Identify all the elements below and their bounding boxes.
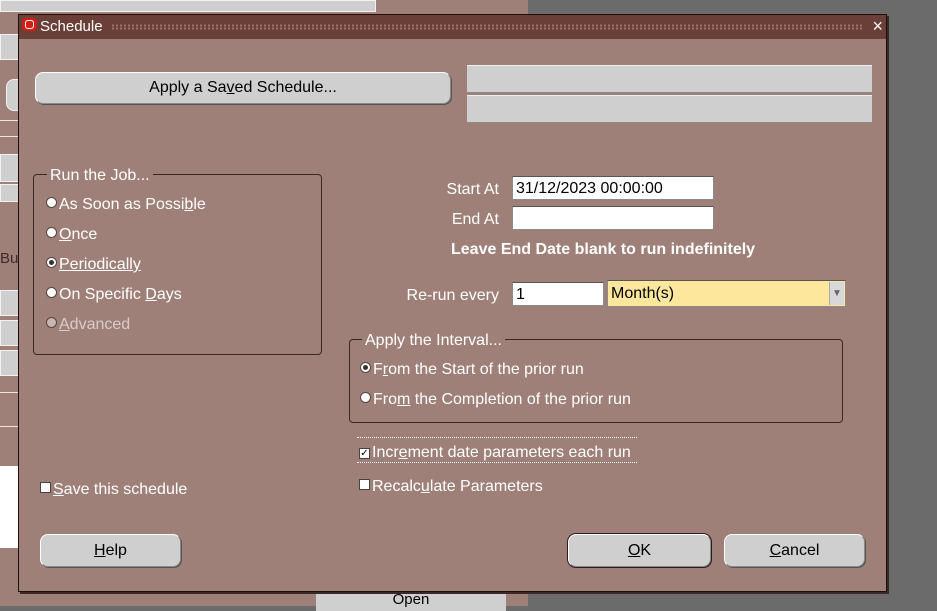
radio-advanced[interactable]: Advanced xyxy=(46,316,130,334)
checkbox-label: ment date parameters each run xyxy=(407,444,631,461)
radio-label: om the Start of the prior run xyxy=(388,361,584,378)
rerun-unit-select[interactable]: Month(s) ▼ xyxy=(607,280,846,307)
increment-date-checkbox[interactable]: ✓ Increment date parameters each run xyxy=(359,444,631,462)
checkbox-empty-icon xyxy=(40,482,51,493)
radio-label: the Completion of the prior run xyxy=(410,391,631,408)
rerun-label: Re-run every xyxy=(406,287,499,304)
radio-icon xyxy=(46,287,57,298)
radio-disabled-icon xyxy=(46,317,57,328)
radio-label: On Specific xyxy=(59,286,146,303)
checkbox-mnemonic: e xyxy=(398,444,408,461)
apply-saved-schedule-button[interactable]: Apply a Saved Schedule... xyxy=(35,72,451,104)
checkbox-label: ave this schedule xyxy=(63,481,188,498)
background-partial-label: Bu xyxy=(0,250,19,267)
radio-once[interactable]: Once xyxy=(46,226,97,244)
checkbox-mnemonic: S xyxy=(53,481,64,498)
apply-interval-group xyxy=(349,339,843,423)
end-date-hint: Leave End Date blank to run indefinitely xyxy=(451,241,756,258)
radio-selected-icon xyxy=(360,362,371,373)
radio-label: ays xyxy=(156,286,182,303)
schedule-description-box xyxy=(467,65,872,93)
radio-label: eriodically xyxy=(69,256,141,273)
schedule-dialog: Schedule × Apply a Saved Schedule... Run… xyxy=(18,14,887,592)
apply-interval-group-label: Apply the Interval... xyxy=(362,332,505,350)
button-label: elp xyxy=(105,542,127,559)
recalculate-parameters-checkbox[interactable]: Recalculate Parameters xyxy=(359,478,543,496)
title-grip xyxy=(111,24,864,30)
start-at-label: Start At xyxy=(446,181,499,198)
radio-periodically[interactable]: Periodically xyxy=(46,256,141,274)
radio-mnemonic: A xyxy=(59,316,70,333)
radio-from-start[interactable]: From the Start of the prior run xyxy=(360,361,584,379)
button-mnemonic: O xyxy=(627,542,641,559)
ok-button[interactable]: OK xyxy=(568,534,711,567)
button-mnemonic: H xyxy=(94,542,106,559)
checkbox-empty-icon xyxy=(359,479,370,490)
button-mnemonic: C xyxy=(769,542,782,559)
button-label: ed Schedule... xyxy=(234,79,337,96)
radio-from-completion[interactable]: From the Completion of the prior run xyxy=(360,391,631,409)
radio-mnemonic: b xyxy=(184,196,194,213)
button-mnemonic: v xyxy=(226,79,235,96)
chevron-down-icon[interactable]: ▼ xyxy=(829,282,844,305)
radio-label: nce xyxy=(71,226,98,243)
run-job-group-label: Run the Job... xyxy=(47,167,153,185)
radio-icon xyxy=(360,392,371,403)
radio-icon xyxy=(46,197,57,208)
button-label: Apply a Sa xyxy=(149,79,227,96)
help-button[interactable]: Help xyxy=(40,534,181,567)
button-label: K xyxy=(640,542,652,559)
checkmark-icon: ✓ xyxy=(359,448,370,459)
end-at-label: End At xyxy=(451,211,499,228)
radio-mnemonic: O xyxy=(59,226,72,243)
close-icon[interactable]: × xyxy=(872,16,883,36)
title-bar[interactable]: Schedule × xyxy=(19,15,886,39)
radio-selected-icon xyxy=(46,257,57,268)
checkbox-mnemonic: u xyxy=(420,478,430,495)
background-strip xyxy=(0,0,376,12)
start-at-field[interactable]: 31/12/2023 00:00:00 xyxy=(512,176,714,200)
radio-mnemonic: m xyxy=(397,391,411,408)
cancel-button[interactable]: Cancel xyxy=(724,534,865,567)
rerun-interval-field[interactable]: 1 xyxy=(512,282,604,306)
checkbox-label: Incr xyxy=(372,444,399,461)
checkbox-label: late Parameters xyxy=(429,478,543,495)
radio-icon xyxy=(46,227,57,238)
radio-mnemonic: P xyxy=(59,256,70,273)
radio-as-soon-as-possible[interactable]: As Soon as Possible xyxy=(46,196,206,214)
schedule-info-box xyxy=(467,95,872,123)
radio-label: As Soon as Possi xyxy=(59,196,185,213)
radio-on-specific-days[interactable]: On Specific Days xyxy=(46,286,182,304)
radio-label: F xyxy=(373,361,383,378)
button-label: ancel xyxy=(781,542,820,559)
radio-label: dvanced xyxy=(69,316,131,333)
radio-mnemonic: D xyxy=(145,286,157,303)
end-at-field[interactable] xyxy=(512,206,714,230)
rerun-unit-value: Month(s) xyxy=(611,285,675,302)
save-schedule-checkbox[interactable]: Save this schedule xyxy=(40,481,187,499)
oracle-logo-icon xyxy=(22,18,37,31)
dialog-title: Schedule xyxy=(40,18,103,35)
radio-label: Fro xyxy=(373,391,397,408)
checkbox-label: Recalc xyxy=(372,478,421,495)
radio-label: le xyxy=(193,196,206,213)
